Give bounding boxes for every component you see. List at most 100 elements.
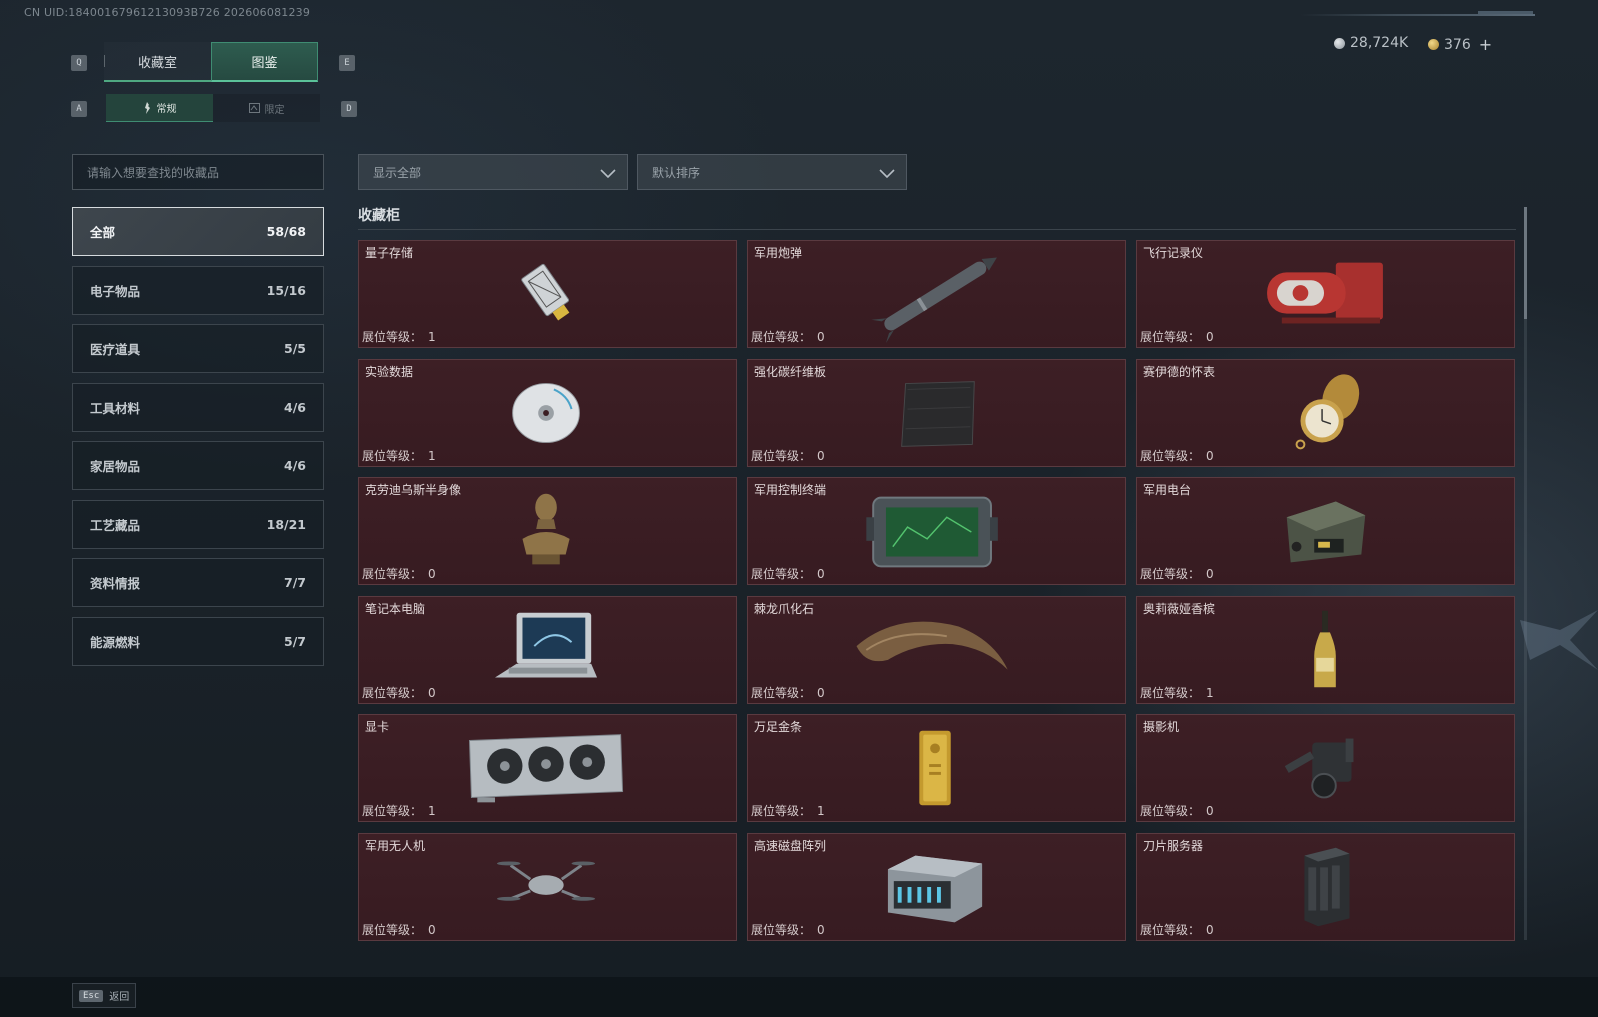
category-medical[interactable]: 医疗道具 5/5 (72, 324, 324, 373)
collection-card[interactable]: 摄影机 展位等级： 0 (1136, 714, 1515, 822)
limited-icon (248, 103, 260, 113)
level-value: 0 (817, 448, 825, 463)
collection-card[interactable]: 军用控制终端 展位等级： 0 (747, 477, 1126, 585)
level-value: 0 (428, 685, 436, 700)
level-label: 展位等级： (1140, 685, 1201, 700)
collection-card[interactable]: 军用炮弹 展位等级： 0 (747, 240, 1126, 348)
collection-card[interactable]: 飞行记录仪 展位等级： 0 (1136, 240, 1515, 348)
level-value: 0 (1206, 448, 1214, 463)
category-label: 能源燃料 (90, 634, 141, 650)
next-tab-key: E (339, 55, 355, 71)
collection-card[interactable]: 克劳迪乌斯半身像 展位等级： 0 (358, 477, 737, 585)
item-level: 展位等级： 0 (1140, 802, 1214, 819)
category-label: 全部 (90, 225, 116, 240)
filter-dropdown[interactable]: 显示全部 (358, 154, 628, 190)
collection-card[interactable]: 棘龙爪化石 展位等级： 0 (747, 595, 1126, 704)
level-label: 展位等级： (751, 685, 812, 700)
item-level: 展位等级： 1 (751, 802, 825, 819)
subtab-label: 常规 (156, 104, 177, 115)
next-subtab-key: D (341, 101, 357, 117)
chevron-down-icon (600, 169, 616, 179)
category-label: 医疗道具 (90, 342, 141, 357)
category-crafts[interactable]: 工艺藏品 18/21 (72, 499, 324, 549)
main-tabs: 收藏室 图鉴 (104, 42, 318, 82)
collection-card[interactable]: 万足金条 展位等级： 1 (747, 714, 1126, 822)
category-electronics[interactable]: 电子物品 15/16 (72, 265, 324, 315)
category-label: 工具材料 (90, 400, 141, 416)
category-tools[interactable]: 工具材料 4/6 (72, 382, 324, 432)
subtab-regular[interactable]: 常规 (106, 94, 213, 122)
back-label: 返回 (109, 992, 130, 1003)
collection-card[interactable]: 实验数据 展位等级： 1 (358, 358, 737, 467)
item-name: 军用无人机 (365, 838, 426, 853)
collection-card[interactable]: 量子存储 展位等级： 1 (358, 240, 737, 348)
category-intel[interactable]: 资料情报 7/7 (72, 558, 324, 607)
level-label: 展位等级： (1140, 448, 1201, 463)
back-button[interactable]: Esc 返回 (72, 983, 137, 1008)
silver-currency: 28,724K (1334, 35, 1408, 51)
collection-card[interactable]: 赛伊德的怀表 展位等级： 0 (1136, 358, 1515, 467)
level-value: 0 (817, 567, 825, 581)
item-name: 强化碳纤维板 (754, 364, 827, 379)
category-count: 7/7 (284, 575, 306, 590)
category-energy[interactable]: 能源燃料 5/7 (72, 616, 324, 666)
item-name: 军用炮弹 (754, 246, 803, 260)
category-count: 5/5 (284, 341, 306, 356)
item-name: 刀片服务器 (1143, 838, 1204, 853)
collection-card[interactable]: 军用无人机 展位等级： 0 (358, 832, 737, 941)
collection-card[interactable]: 刀片服务器 展位等级： 0 (1136, 832, 1515, 941)
search-input[interactable]: 请输入想要查找的收藏品 (72, 154, 324, 190)
item-name: 万足金条 (754, 720, 803, 734)
section-title: 收藏柜 (358, 208, 400, 224)
collection-card[interactable]: 奥莉薇娅香槟 展位等级： 1 (1136, 595, 1515, 704)
regular-icon (144, 101, 150, 114)
level-label: 展位等级： (362, 567, 423, 581)
sort-dropdown[interactable]: 默认排序 (637, 154, 907, 190)
category-household[interactable]: 家居物品 4/6 (72, 441, 324, 490)
item-level: 展位等级： 0 (362, 684, 436, 701)
scrollbar-thumb[interactable] (1524, 207, 1527, 319)
level-label: 展位等级： (1140, 922, 1201, 937)
category-label: 资料情报 (90, 576, 141, 591)
tab-label: 收藏室 (137, 55, 177, 71)
collection-card[interactable]: 高速磁盘阵列 展位等级： 0 (747, 832, 1126, 941)
level-label: 展位等级： (1140, 567, 1201, 581)
collection-card[interactable]: 军用电台 展位等级： 0 (1136, 477, 1515, 585)
prev-subtab-key: A (71, 101, 87, 117)
level-label: 展位等级： (362, 448, 423, 463)
collection-card[interactable]: 强化碳纤维板 展位等级： 0 (747, 358, 1126, 467)
tab-collection-room[interactable]: 收藏室 (104, 42, 211, 82)
gold-amount: 376 (1444, 36, 1471, 53)
add-currency-button[interactable]: + (1479, 35, 1492, 54)
bottom-bar (0, 977, 1598, 1017)
item-name: 军用电台 (1143, 483, 1192, 497)
item-name: 显卡 (365, 720, 390, 734)
collection-grid: 量子存储 展位等级： 1 军用炮弹 展位等级： 0 飞行记录仪 展位等级： 0 (358, 240, 1515, 941)
level-value: 1 (428, 804, 436, 818)
tab-label: 图鉴 (251, 56, 278, 71)
level-value: 0 (1206, 922, 1214, 937)
item-level: 展位等级： 0 (751, 328, 825, 345)
item-level: 展位等级： 1 (1140, 684, 1214, 701)
subtab-limited[interactable]: 限定 (213, 94, 320, 122)
item-name: 棘龙爪化石 (754, 601, 815, 616)
level-value: 0 (1206, 567, 1214, 581)
level-label: 展位等级： (751, 330, 812, 344)
item-level: 展位等级： 1 (362, 328, 436, 345)
item-name: 高速磁盘阵列 (754, 838, 827, 853)
collection-card[interactable]: 笔记本电脑 展位等级： 0 (358, 595, 737, 704)
item-name: 赛伊德的怀表 (1143, 364, 1216, 379)
search-placeholder: 请输入想要查找的收藏品 (87, 165, 220, 180)
category-count: 4/6 (284, 458, 306, 473)
category-all[interactable]: 全部 58/68 (72, 207, 324, 256)
item-level: 展位等级： 0 (751, 921, 825, 938)
category-count: 58/68 (266, 224, 306, 239)
sort-dropdown-value: 默认排序 (652, 165, 701, 180)
prev-tab-key: Q (71, 55, 87, 71)
level-label: 展位等级： (751, 804, 812, 818)
collection-card[interactable]: 显卡 展位等级： 1 (358, 714, 737, 822)
tab-codex[interactable]: 图鉴 (211, 42, 318, 82)
item-level: 展位等级： 0 (1140, 328, 1214, 345)
level-label: 展位等级： (751, 448, 812, 463)
item-name: 笔记本电脑 (365, 601, 426, 616)
